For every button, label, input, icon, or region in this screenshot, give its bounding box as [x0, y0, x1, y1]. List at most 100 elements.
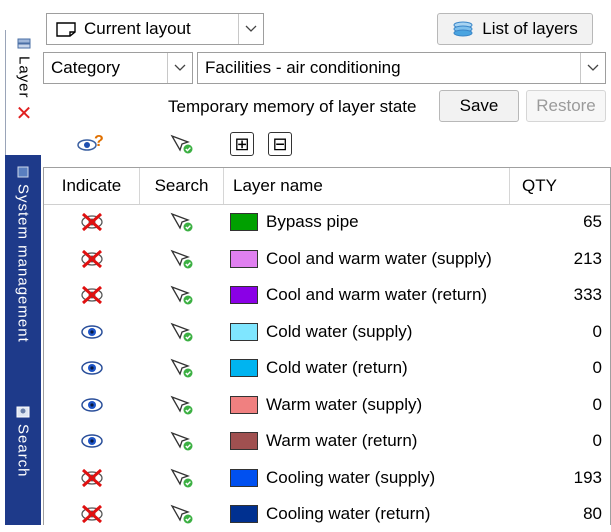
tab-layer-label: Layer — [15, 56, 33, 99]
layer-name: Cold water (return) — [266, 358, 408, 377]
layout-select[interactable]: Current layout — [46, 13, 264, 45]
search-cursor-icon[interactable] — [168, 132, 196, 156]
table-row[interactable]: Warm water (return) 0 — [44, 423, 610, 459]
category-select-value: Category — [51, 58, 120, 77]
layer-color-swatch — [230, 286, 258, 304]
search-cursor-icon[interactable] — [140, 277, 224, 313]
tab-search[interactable]: Search — [5, 398, 41, 525]
layer-name: Cooling water (supply) — [266, 467, 436, 487]
eye-hidden-icon[interactable] — [44, 460, 140, 496]
layer-qty: 65 — [583, 212, 602, 231]
layer-name-cell: Warm water (supply) — [230, 387, 510, 423]
facility-select[interactable]: Facilities - air conditioning — [197, 52, 606, 84]
col-layer-name-label: Layer name — [233, 176, 323, 195]
layer-color-swatch — [230, 249, 258, 268]
eye-hidden-icon[interactable] — [44, 277, 140, 313]
layer-color-swatch — [230, 505, 258, 523]
system-management-icon — [17, 166, 29, 178]
layer-tab-icon — [17, 38, 31, 49]
layer-qty: 333 — [573, 285, 602, 304]
svg-text:?: ? — [94, 133, 104, 150]
layer-name: Warm water (supply) — [266, 394, 423, 414]
layer-name: Warm water (return) — [266, 431, 418, 450]
search-cursor-icon[interactable] — [140, 387, 224, 423]
search-tab-icon — [16, 406, 30, 418]
col-indicate[interactable]: Indicate — [44, 168, 140, 204]
layer-name-cell: Cooling water (return) — [230, 496, 510, 532]
facility-select-value: Facilities - air conditioning — [205, 58, 401, 77]
layout-select-value: Current layout — [84, 19, 191, 38]
layer-qty: 0 — [592, 394, 602, 414]
layer-name: Cooling water (return) — [266, 504, 431, 523]
eye-hidden-icon[interactable] — [44, 496, 140, 532]
search-cursor-icon[interactable] — [140, 496, 224, 532]
eye-icon[interactable] — [44, 350, 140, 386]
tab-search-label: Search — [14, 424, 32, 478]
category-select[interactable]: Category — [43, 52, 193, 84]
layer-color-swatch — [230, 322, 258, 341]
expand-all-icon: ⊞ — [234, 133, 250, 154]
table-row[interactable]: Warm water (supply) 0 — [44, 387, 610, 423]
layer-qty: 0 — [592, 321, 602, 341]
table-row[interactable]: Bypass pipe 65 — [44, 204, 610, 240]
chevron-down-icon[interactable] — [238, 14, 263, 44]
save-button[interactable]: Save — [439, 90, 519, 122]
layer-name-cell: Cooling water (supply) — [230, 460, 510, 496]
col-indicate-label: Indicate — [61, 176, 122, 195]
layer-qty: 193 — [573, 467, 602, 487]
search-cursor-icon[interactable] — [140, 460, 224, 496]
search-cursor-icon[interactable] — [140, 204, 224, 240]
col-search[interactable]: Search — [140, 168, 224, 204]
table-header: Indicate Search Layer name QTY — [44, 168, 610, 205]
layer-qty: 0 — [592, 431, 602, 450]
chevron-down-icon[interactable] — [580, 53, 605, 83]
layer-name-cell: Warm water (return) — [230, 423, 510, 459]
table-row[interactable]: Cooling water (supply) 193 — [44, 460, 610, 496]
table-row[interactable]: Cooling water (return) 80 — [44, 496, 610, 532]
table-row[interactable]: Cool and warm water (supply) 213 — [44, 241, 610, 277]
table-row[interactable]: Cold water (return) 0 — [44, 350, 610, 386]
collapse-all-button[interactable]: ⊟ — [268, 132, 292, 156]
search-cursor-icon[interactable] — [140, 423, 224, 459]
expand-all-button[interactable]: ⊞ — [230, 132, 254, 156]
list-of-layers-label: List of layers — [482, 19, 578, 38]
layer-color-swatch — [230, 359, 258, 377]
collapse-all-icon: ⊟ — [272, 133, 288, 154]
col-qty[interactable]: QTY — [510, 168, 611, 204]
layer-name: Cool and warm water (return) — [266, 285, 488, 304]
layer-name-cell: Cool and warm water (supply) — [230, 241, 510, 277]
layer-name-cell: Cool and warm water (return) — [230, 277, 510, 313]
tab-system-management[interactable]: System management — [5, 158, 41, 390]
layer-color-swatch — [230, 213, 258, 231]
eye-hidden-icon[interactable] — [44, 241, 140, 277]
layer-qty: 213 — [573, 248, 602, 268]
table-row[interactable]: Cool and warm water (return) 333 — [44, 277, 610, 313]
vertical-tab-strip: Layer ✕ System management Search — [0, 0, 42, 525]
list-of-layers-button[interactable]: List of layers — [437, 13, 593, 45]
table-row[interactable]: Cold water (supply) 0 — [44, 314, 610, 350]
temporary-memory-label: Temporary memory of layer state — [168, 97, 417, 116]
search-cursor-icon[interactable] — [140, 314, 224, 350]
eye-hidden-icon[interactable] — [44, 204, 140, 240]
layer-qty: 0 — [592, 358, 602, 377]
layer-color-swatch — [230, 395, 258, 414]
eye-icon[interactable] — [44, 423, 140, 459]
chevron-down-icon[interactable] — [167, 53, 192, 83]
close-tab-icon[interactable]: ✕ — [16, 104, 33, 124]
eye-icon[interactable] — [44, 314, 140, 350]
col-search-label: Search — [154, 176, 209, 195]
tab-layer[interactable]: Layer ✕ — [5, 30, 42, 155]
layout-icon — [56, 22, 76, 37]
eye-help-icon[interactable]: ? — [76, 132, 106, 156]
layer-name: Cool and warm water (supply) — [266, 248, 492, 268]
save-button-label: Save — [459, 96, 499, 115]
restore-button-label: Restore — [536, 96, 596, 115]
layers-stack-icon — [453, 21, 473, 37]
layer-name-cell: Cold water (return) — [230, 350, 510, 386]
search-cursor-icon[interactable] — [140, 350, 224, 386]
layer-name-cell: Bypass pipe — [230, 204, 510, 240]
search-cursor-icon[interactable] — [140, 241, 224, 277]
col-layer-name[interactable]: Layer name — [224, 168, 510, 204]
eye-icon[interactable] — [44, 387, 140, 423]
layer-name-cell: Cold water (supply) — [230, 314, 510, 350]
